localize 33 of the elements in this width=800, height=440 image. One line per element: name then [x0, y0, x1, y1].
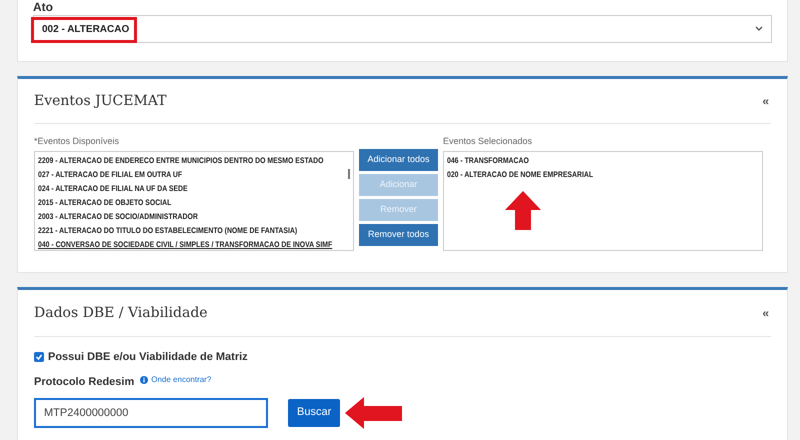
list-item[interactable]: 046 - TRANSFORMACAO [447, 154, 529, 168]
field-label: Protocolo Redesim [34, 375, 134, 390]
list-item[interactable]: 2015 - ALTERACAO DE OBJETO SOCIAL [38, 196, 172, 210]
checkbox-label: Possui DBE e/ou Viabilidade de Matriz [48, 350, 248, 365]
listbox[interactable]: 046 - TRANSFORMACAO 020 - ALTERACAO DE NOME EMPRESARIAL [443, 151, 763, 251]
collapse-button[interactable]: « [760, 92, 771, 110]
info-icon [140, 376, 148, 384]
panel-title: Eventos JUCEMAT [34, 92, 166, 110]
select-value: 002 - ALTERACAO [42, 22, 130, 36]
scrollbar-thumb [348, 169, 350, 179]
list-item[interactable]: 2221 - ALTERACAO DO TITULO DO ESTABELECIMENTO (NOME DE FANTASIA) [38, 224, 298, 238]
checkbox[interactable] [34, 352, 44, 362]
list-item[interactable]: 040 - CONVERSAO DE SOCIEDADE CIVIL / SIMPLES / TRANSFORMACAO DE INOVA SIMF [38, 238, 332, 250]
list-button[interactable]: Adicionar todos [359, 149, 438, 171]
input-field[interactable]: MTP2400000000 [34, 398, 268, 428]
list-item[interactable]: 027 - ALTERACAO DE FILIAL EM OUTRA UF [38, 168, 182, 182]
field-label: Ato [33, 0, 54, 14]
list-item[interactable]: 2003 - ALTERACAO DE SOCIO/ADMINISTRADOR [38, 210, 198, 224]
collapse-button[interactable]: « [760, 304, 771, 322]
help-link[interactable]: Onde encontrar? [151, 374, 212, 386]
list-button[interactable]: Remover todos [359, 224, 438, 246]
list-item[interactable]: 020 - ALTERACAO DE NOME EMPRESARIAL [447, 168, 594, 182]
chevron-down-icon [755, 26, 763, 32]
field-label: *Eventos Disponíveis [34, 136, 120, 147]
arrow-left-drawing [344, 396, 402, 430]
arrow-up-drawing [504, 190, 542, 230]
search-button[interactable]: Buscar [288, 398, 340, 426]
list-item[interactable]: 2209 - ALTERACAO DE ENDERECO ENTRE MUNICIPIOS DENTRO DO MESMO ESTADO [38, 154, 324, 168]
list-item[interactable]: 024 - ALTERACAO DE FILIAL NA UF DA SEDE [38, 182, 188, 196]
select-field[interactable]: 002 - ALTERACAO [33, 15, 772, 43]
panel-title: Dados DBE / Viabilidade [34, 304, 208, 322]
field-label: Eventos Selecionados [443, 136, 534, 147]
listbox[interactable] [34, 151, 354, 251]
